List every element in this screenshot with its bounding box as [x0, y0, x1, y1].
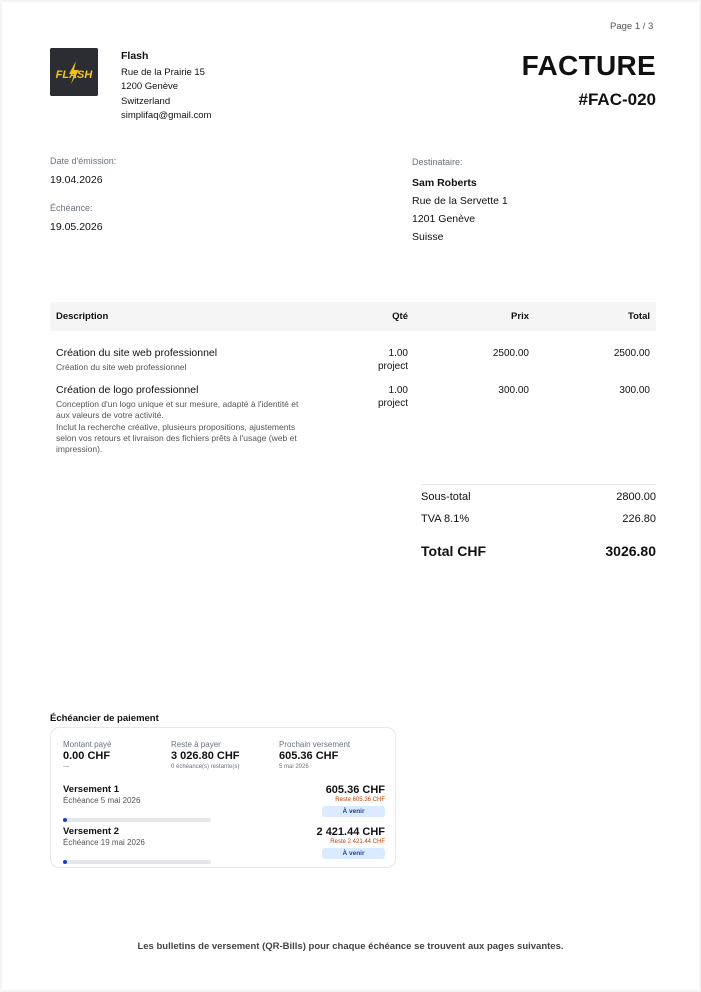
item-title: Création du site web professionnel: [56, 347, 218, 359]
recipient-name: Sam Roberts: [412, 177, 477, 189]
header-price: Prix: [511, 311, 529, 322]
due-date-label: Échéance:: [50, 203, 93, 213]
progress-indicator: [63, 860, 67, 864]
grand-total-row: Total CHF 3026.80: [421, 533, 656, 563]
installment-status-badge: À venir: [322, 806, 385, 817]
vat-row: TVA 8.1% 226.80: [421, 507, 656, 529]
qr-bills-footer-note: Les bulletins de versement (QR-Bills) po…: [137, 941, 564, 952]
installment-status-badge: À venir: [322, 848, 385, 859]
item-subtitle: Création du site web professionnel: [56, 362, 187, 372]
sender-block: Flash Rue de la Prairie 15 1200 Genève S…: [121, 49, 211, 123]
item-qty-value: 1.00: [388, 385, 408, 396]
item-price: 300.00: [498, 385, 529, 396]
progress-indicator: [63, 818, 67, 822]
recipient-label: Destinataire:: [412, 157, 463, 167]
next-payment-stat: Prochain versement 605.36 CHF 5 mai 2026: [279, 740, 350, 771]
item-price: 2500.00: [492, 348, 529, 359]
paid-label: Montant payé: [63, 740, 112, 749]
vat-value: 226.80: [622, 513, 656, 525]
payment-schedule-card: Montant payé 0.00 CHF — Reste à payer 3 …: [50, 727, 396, 868]
issue-date-label: Date d'émission:: [50, 156, 117, 166]
due-date-value: 19.05.2026: [50, 221, 103, 233]
remaining-amount-stat: Reste à payer 3 026.80 CHF 0 échéance(s)…: [171, 740, 239, 771]
recipient-block: Destinataire: Sam Roberts Rue de la Serv…: [412, 156, 508, 246]
subtotal-label: Sous-total: [421, 491, 471, 503]
sender-city: 1200 Genève: [121, 81, 179, 93]
item-qty: 1.00 project: [378, 347, 408, 373]
item-description: Création du site web professionnel Créat…: [56, 347, 351, 373]
item-qty-unit: project: [377, 361, 408, 372]
sender-country: Switzerland: [121, 95, 171, 107]
payment-schedule-title: Échéancier de paiement: [50, 713, 159, 724]
next-value: 605.36 CHF: [279, 750, 339, 762]
company-logo: FLASH: [50, 48, 98, 96]
installment-progress-bar: [63, 818, 211, 822]
page-indicator: Page 1 / 3: [610, 21, 654, 32]
header-qty: Qté: [392, 311, 408, 322]
remaining-value: 3 026.80 CHF: [171, 750, 240, 762]
totals-block: Sous-total 2800.00 TVA 8.1% 226.80 Total…: [421, 484, 656, 563]
invoice-number: #FAC-020: [578, 90, 656, 109]
lightning-logo-icon: FLASH: [50, 48, 98, 96]
total-value: 3026.80: [605, 543, 656, 559]
item-title: Création de logo professionnel: [56, 384, 199, 396]
document-title: FACTURE: [521, 50, 656, 81]
header-total: Total: [628, 311, 650, 322]
item-qty-unit: project: [377, 398, 408, 409]
installment-remaining: Reste 2 421.44 CHF: [330, 839, 385, 845]
subtotal-value: 2800.00: [616, 491, 656, 503]
sender-street: Rue de la Prairie 15: [121, 67, 205, 79]
issue-date-value: 19.04.2026: [50, 174, 103, 186]
paid-value: 0.00 CHF: [63, 750, 111, 762]
sender-email: simplifaq@gmail.com: [121, 109, 212, 121]
item-total: 300.00: [619, 385, 650, 396]
installment-item: Versement 1 Échéance 5 mai 2026 605.36 C…: [63, 784, 385, 822]
next-label: Prochain versement: [279, 740, 351, 749]
remaining-label: Reste à payer: [171, 740, 221, 749]
header-description: Description: [56, 311, 109, 322]
paid-note: —: [63, 764, 69, 770]
installment-remaining: Reste 605.36 CHF: [335, 797, 385, 803]
item-subtitle: Conception d'un logo unique et sur mesur…: [56, 399, 299, 455]
recipient-city: 1201 Genève: [412, 213, 476, 225]
next-note: 5 mai 2026: [279, 764, 309, 770]
installment-item: Versement 2 Échéance 19 mai 2026 2 421.4…: [63, 826, 385, 864]
remaining-note: 0 échéance(s) restante(s): [171, 764, 240, 770]
total-label: Total CHF: [421, 543, 487, 559]
item-qty: 1.00 project: [378, 384, 408, 410]
sender-name: Flash: [121, 50, 149, 62]
recipient-street: Rue de la Servette 1: [412, 195, 508, 207]
item-total: 2500.00: [613, 348, 650, 359]
invoice-page: Page 1 / 3 FLASH Flash Rue de la Prairie…: [2, 2, 699, 990]
subtotal-row: Sous-total 2800.00: [421, 485, 656, 507]
recipient-country: Suisse: [412, 231, 444, 243]
vat-label: TVA 8.1%: [421, 513, 470, 525]
paid-amount-stat: Montant payé 0.00 CHF —: [63, 740, 111, 771]
installment-progress-bar: [63, 860, 211, 864]
item-qty-value: 1.00: [388, 348, 408, 359]
item-description: Création de logo professionnel Conceptio…: [56, 384, 351, 455]
items-table-header: Description Qté Prix Total: [50, 302, 656, 331]
